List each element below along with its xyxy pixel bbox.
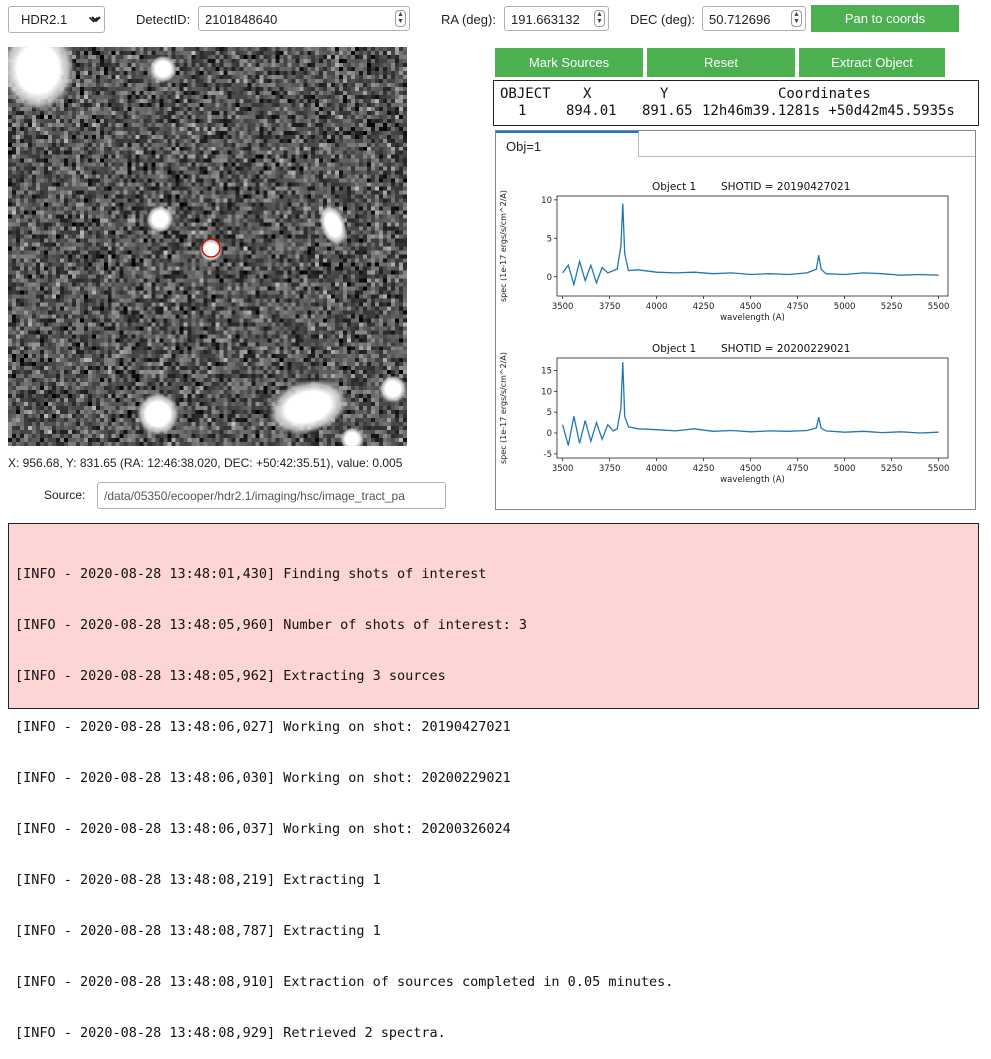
table-cell-object: 1: [518, 103, 527, 119]
star-source: [146, 205, 174, 233]
extract-object-button[interactable]: Extract Object: [799, 48, 945, 77]
pan-to-coords-button[interactable]: Pan to coords: [811, 5, 959, 32]
x-tick-label: 5250: [881, 302, 903, 312]
ra-label: RA (deg):: [441, 12, 496, 27]
x-tick-label: 4500: [740, 302, 762, 312]
mark-sources-button[interactable]: Mark Sources: [495, 48, 643, 77]
tab-divider: [639, 156, 975, 157]
y-tick-label: 15: [541, 367, 552, 377]
source-path-input[interactable]: [97, 482, 446, 509]
y-tick-label: 5: [547, 234, 552, 244]
cursor-coordinates: X: 956.68, Y: 831.65 (RA: 12:46:38.020, …: [8, 456, 403, 470]
x-tick-label: 5000: [834, 302, 856, 312]
spinner-icon[interactable]: ▲ ▼: [791, 10, 802, 27]
chart-frame: [556, 195, 949, 297]
ra-input[interactable]: [505, 7, 594, 32]
log-line: [INFO - 2020-08-28 13:48:05,960] Number …: [15, 617, 528, 633]
chart-title-shotid: SHOTID = 20190427021: [721, 181, 850, 193]
x-tick-label: 4000: [646, 464, 668, 474]
chart-title-object: Object 1: [652, 343, 696, 355]
log-line: [INFO - 2020-08-28 13:48:08,910] Extract…: [15, 974, 674, 990]
y-axis-label: spec (1e-17 ergs/s/cm^2/A): [499, 190, 508, 302]
table-cell-x: 894.01: [566, 103, 617, 119]
x-tick-label: 4250: [693, 464, 715, 474]
table-cell-coordinates: 12h46m39.1281s +50d42m45.5935s: [702, 103, 955, 119]
x-tick-label: 5500: [928, 464, 950, 474]
x-tick-label: 3500: [552, 464, 574, 474]
star-source: [340, 427, 364, 446]
x-tick-label: 5000: [834, 464, 856, 474]
spectrum-chart-2: Object 1 SHOTID = 20200229021 3500 3750 4000…: [499, 343, 950, 485]
log-line: [INFO - 2020-08-28 13:48:06,037] Working…: [15, 821, 511, 837]
log-line: [INFO - 2020-08-28 13:48:08,929] Retriev…: [15, 1025, 446, 1041]
y-tick-label: 5: [547, 408, 552, 418]
x-tick-label: 5500: [928, 302, 950, 312]
ra-field[interactable]: ▲▼: [504, 6, 609, 32]
sky-image[interactable]: [8, 47, 407, 446]
x-tick-label: 5250: [881, 464, 903, 474]
table-cell-y: 891.65: [642, 103, 693, 119]
y-tick-label: 0: [547, 429, 552, 439]
y-axis-label: spec (1e-17 ergs/s/cm^2/A): [499, 352, 508, 464]
star-source: [266, 378, 350, 436]
detectid-label: DetectID:: [136, 12, 191, 27]
reset-button[interactable]: Reset: [647, 48, 795, 77]
x-tick-label: 4000: [646, 302, 668, 312]
log-line: [INFO - 2020-08-28 13:48:08,219] Extract…: [15, 872, 381, 888]
x-tick-label: 4250: [693, 302, 715, 312]
chart-title-object: Object 1: [652, 181, 696, 193]
detectid-field[interactable]: ▲▼: [198, 6, 410, 32]
star-source: [318, 203, 348, 247]
log-output: [INFO - 2020-08-28 13:48:01,430] Finding…: [8, 523, 979, 1041]
x-tick-label: 3750: [599, 302, 621, 312]
y-tick-label: 10: [541, 196, 552, 206]
source-label: Source:: [44, 488, 86, 502]
x-axis-label: wavelength (A): [720, 313, 785, 323]
chart-frame: [556, 357, 949, 459]
x-tick-label: 4750: [787, 302, 809, 312]
dec-input[interactable]: [703, 7, 791, 32]
table-header-coordinates: Coordinates: [778, 86, 871, 102]
star-source: [136, 392, 180, 436]
tab-obj-1[interactable]: Obj=1: [496, 131, 639, 157]
y-tick-label: -5: [544, 450, 552, 460]
dec-label: DEC (deg):: [630, 12, 696, 27]
x-tick-label: 4750: [787, 464, 809, 474]
log-line: [INFO - 2020-08-28 13:48:08,787] Extract…: [15, 923, 381, 939]
x-tick-label: 3500: [552, 302, 574, 312]
sky-overlay: [8, 47, 407, 446]
spectrum-line: [562, 203, 939, 288]
spinner-icon[interactable]: ▲ ▼: [395, 10, 406, 27]
detectid-input[interactable]: [199, 7, 395, 32]
spectrum-chart-1: Object 1 SHOTID = 20190427021 3500 3750 4000…: [499, 181, 950, 323]
spectra-tab-panel: Obj=1 Object 1 SHOTID = 20190427021 3500 37…: [495, 130, 976, 510]
table-header-y: Y: [660, 86, 669, 102]
spinner-icon[interactable]: ▲ ▼: [594, 10, 605, 27]
object-table: OBJECT X Y Coordinates 1 894.01 891.65 1…: [493, 80, 979, 126]
x-tick-label: 4500: [740, 464, 762, 474]
log-line: [INFO - 2020-08-28 13:48:01,430] Finding…: [15, 566, 487, 582]
log-line: [INFO - 2020-08-28 13:48:06,030] Working…: [15, 770, 511, 786]
star-source: [8, 47, 76, 113]
chart-title-shotid: SHOTID = 20200229021: [721, 343, 850, 355]
y-tick-label: 0: [547, 273, 552, 283]
star-source: [379, 375, 407, 403]
x-axis-label: wavelength (A): [720, 475, 785, 485]
spectrum-line: [561, 362, 939, 446]
log-line: [INFO - 2020-08-28 13:48:05,962] Extract…: [15, 668, 446, 684]
table-header-object: OBJECT: [500, 86, 551, 102]
table-header-x: X: [583, 86, 592, 102]
star-source: [149, 55, 177, 83]
log-line: [INFO - 2020-08-28 13:48:06,027] Working…: [15, 719, 511, 735]
y-tick-label: 10: [541, 387, 552, 397]
x-tick-label: 3750: [599, 464, 621, 474]
chevron-down-icon: [88, 13, 99, 28]
dec-field[interactable]: ▲▼: [702, 6, 806, 32]
